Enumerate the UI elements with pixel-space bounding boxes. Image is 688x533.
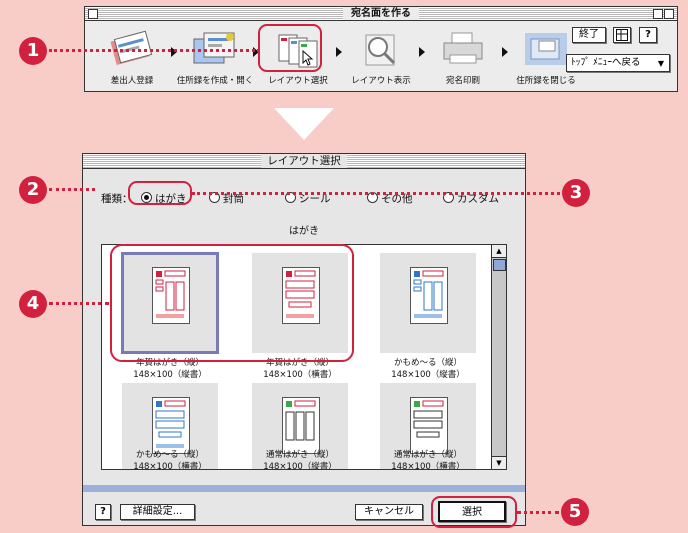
cancel-button[interactable]: キャンセル [355, 504, 423, 520]
step-layout-display[interactable]: レイアウト表示 [346, 27, 416, 89]
step-print[interactable]: 宛名印刷 [428, 27, 498, 89]
scroll-down-arrow-icon[interactable]: ▼ [492, 456, 506, 469]
layout-name: 通常はがき（縦） [265, 450, 334, 460]
top-menu-label: ﾄｯﾌﾟ ﾒﾆｭｰへ戻る [571, 57, 641, 68]
highlight-select-button [431, 496, 517, 528]
vertical-scrollbar[interactable]: ▲ ▼ [491, 245, 506, 469]
help-button[interactable]: ? [639, 27, 657, 43]
postcard-horizontal-icon [410, 397, 448, 454]
step-sender-registration[interactable]: 差出人登録 [97, 27, 167, 89]
highlight-layout-step [258, 24, 322, 72]
detail-settings-button[interactable]: 詳細設定... [120, 504, 195, 520]
callout-leader-4 [49, 302, 109, 305]
step-label: 宛名印刷 [445, 76, 480, 86]
callout-leader-2 [49, 188, 95, 191]
help-button[interactable]: ? [95, 504, 111, 520]
postcard-vertical-icon [282, 397, 320, 454]
layout-thumbnail[interactable] [380, 253, 476, 353]
arrow-right-icon [419, 47, 425, 57]
printer-icon [443, 32, 483, 64]
layout-size: 148×100（横書） [133, 462, 207, 470]
arrow-right-icon [502, 47, 508, 57]
layout-size: 148×100（縦書） [391, 370, 465, 380]
close-box-icon[interactable] [88, 9, 98, 19]
magnifier-icon [365, 34, 396, 66]
callout-3: 3 [562, 179, 590, 207]
layout-window-button[interactable] [613, 27, 631, 43]
layout-size: 148×100（横書） [263, 370, 337, 380]
close-folder-icon [525, 33, 567, 65]
layout-size: 148×100（縦書） [263, 462, 337, 470]
divider-bar [83, 485, 525, 492]
collapse-box-icon[interactable] [664, 9, 674, 19]
postcard-vertical-icon [410, 267, 448, 324]
layout-caption: かもめ～る（縦） 148×100（横書） [110, 449, 230, 470]
step-label: 住所録を閉じる [516, 76, 576, 86]
layout-caption: 通常はがき（縦） 148×100（横書） [368, 449, 488, 470]
quit-button[interactable]: 終了 [572, 27, 606, 43]
section-title: はがき [289, 226, 319, 237]
window-grid-icon [616, 29, 628, 41]
step-open-address-book[interactable]: 住所録を作成・開く [177, 27, 253, 89]
layout-name: かもめ～る（縦） [393, 358, 462, 368]
layout-name: かもめ～る（縦） [135, 450, 204, 460]
scroll-thumb[interactable] [493, 259, 506, 271]
step-label: レイアウト表示 [351, 76, 411, 86]
highlight-postcard-radio [128, 181, 192, 205]
callout-4: 4 [19, 290, 47, 318]
window-title: 宛名面を作る [343, 7, 419, 20]
postcard-horizontal-icon [152, 397, 190, 454]
dialog-title-bar[interactable]: レイアウト選択 [83, 154, 525, 169]
layout-name: 通常はがき（縦） [393, 450, 462, 460]
callout-leader-1 [49, 49, 260, 52]
highlight-new-year-layouts [110, 244, 354, 362]
chevron-down-icon: ▼ [657, 59, 664, 68]
layout-caption: かもめ～る（縦） 148×100（縦書） [368, 357, 488, 381]
callout-2: 2 [19, 176, 47, 204]
down-triangle-icon [274, 108, 334, 140]
arrow-right-icon [336, 47, 342, 57]
top-menu-popup[interactable]: ﾄｯﾌﾟ ﾒﾆｭｰへ戻る ▼ [566, 54, 670, 72]
layout-caption: 通常はがき（縦） 148×100（縦書） [240, 449, 360, 470]
title-bar[interactable]: 宛名面を作る [85, 7, 677, 21]
callout-1: 1 [19, 37, 47, 65]
step-label: 差出人登録 [110, 76, 154, 86]
layout-size: 148×100（縦書） [133, 370, 207, 380]
callout-leader-5 [517, 511, 559, 514]
callout-5: 5 [561, 498, 589, 526]
zoom-box-icon[interactable] [653, 9, 663, 19]
layout-size: 148×100（横書） [391, 462, 465, 470]
dialog-title: レイアウト選択 [261, 154, 347, 168]
step-label: レイアウト選択 [268, 76, 328, 86]
scroll-up-arrow-icon[interactable]: ▲ [492, 245, 506, 258]
step-label: 住所録を作成・開く [176, 76, 254, 86]
callout-leader-3 [192, 192, 560, 195]
